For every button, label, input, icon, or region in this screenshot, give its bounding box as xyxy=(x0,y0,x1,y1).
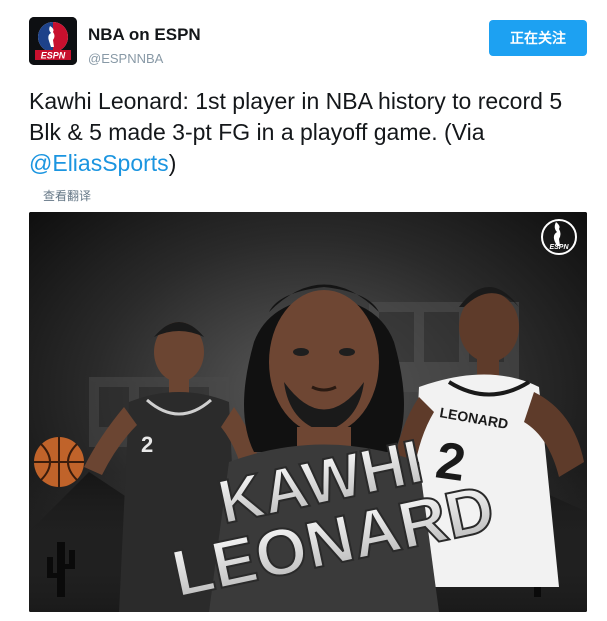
jersey-number-left: 2 xyxy=(141,432,153,457)
tweet-media-image[interactable]: LEONARD 2 2 KAWHI LEONARD ESPN xyxy=(29,212,587,612)
display-name[interactable]: NBA on ESPN xyxy=(88,25,201,45)
kawhi-leonard-graphic: LEONARD 2 2 KAWHI LEONARD ESPN xyxy=(29,212,587,612)
espn-nba-logo-icon: ESPN xyxy=(29,17,77,65)
avatar-logo-text: ESPN xyxy=(41,51,66,61)
avatar[interactable]: ESPN xyxy=(29,17,77,65)
user-handle[interactable]: @ESPNNBA xyxy=(88,51,163,66)
mention-link[interactable]: @EliasSports xyxy=(29,150,169,176)
translate-link[interactable]: 查看翻译 xyxy=(43,187,91,204)
corner-logo-text: ESPN xyxy=(549,244,569,251)
tweet-text: Kawhi Leonard: 1st player in NBA history… xyxy=(29,86,579,179)
following-button[interactable]: 正在关注 xyxy=(489,20,587,56)
tweet-text-end: ) xyxy=(168,150,177,176)
tweet-text-main: Kawhi Leonard: 1st player in NBA history… xyxy=(29,88,563,145)
